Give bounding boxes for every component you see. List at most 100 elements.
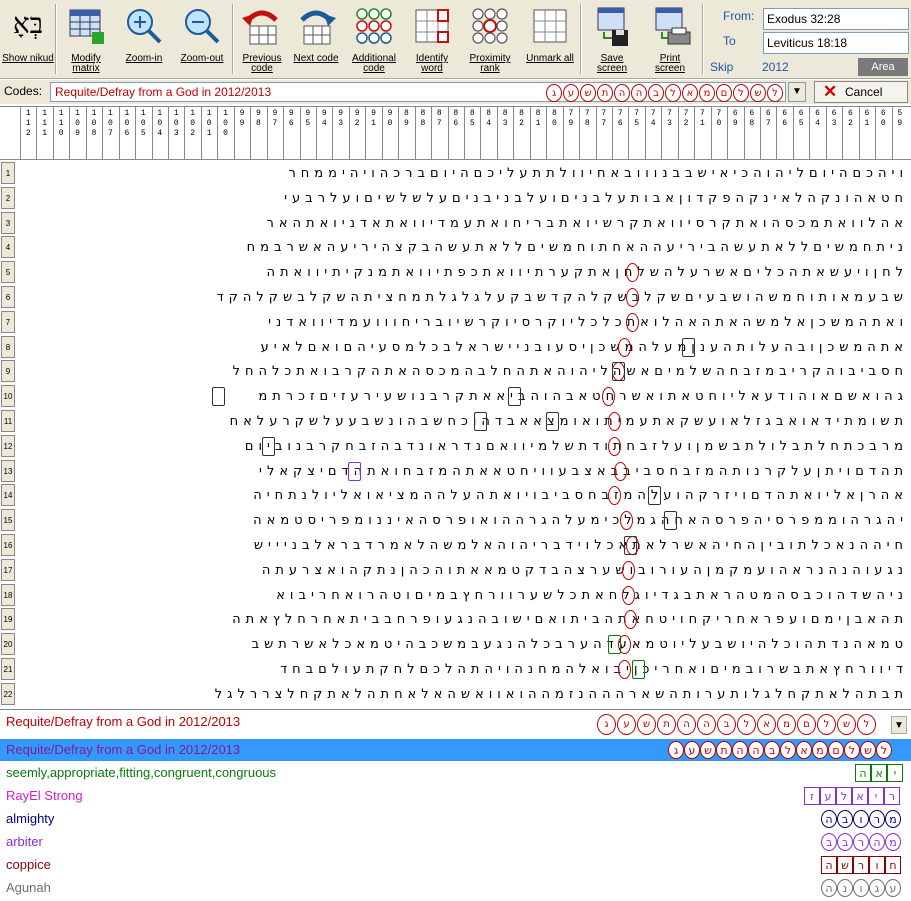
unmark-all-button[interactable]: Unmark all — [524, 2, 576, 78]
term-list-item[interactable]: Requite/Defray from a God in 2012/2013 ל ש… — [0, 739, 911, 761]
term-combo-letter-strip: לשלםמאלבההתשעג — [597, 714, 876, 735]
term-list-item[interactable]: Agunah ע ג ו נ ה — [0, 877, 911, 899]
row-letters[interactable]: ניהשדהוכבסהמטהראתבגדיוגלחאתכלשערוורחץבמי… — [20, 584, 908, 607]
zoom-in-button[interactable]: Zoom-in — [118, 2, 170, 78]
column-number: 6 4 — [815, 109, 820, 128]
column-number: 5 9 — [897, 109, 903, 128]
to-reference-input[interactable]: Leviticus 18:18 — [763, 32, 909, 54]
row-number: 12 — [1, 434, 15, 457]
code-letter: ש — [637, 714, 656, 735]
code-letter: ה — [614, 84, 630, 102]
column-divider — [414, 107, 416, 159]
row-letters[interactable]: גהואשםאוהודעאליוחטאתואשרחטאבהוהביאאתקרבנ… — [20, 385, 908, 408]
column-number: 1 0 5 — [140, 109, 146, 138]
identify-word-button[interactable]: Identify word — [406, 2, 458, 78]
row-number: 3 — [1, 211, 15, 234]
row-letters[interactable]: יהגרהוממפרסיהפרסהאחהגמלכימעלהגרההואופרסה… — [20, 509, 908, 532]
row-letters[interactable]: חסביבוהקריבמזבחהשלמיםאשהליהוהאתהחלבהמכסה… — [20, 360, 908, 383]
column-number: 9 0 — [387, 109, 393, 128]
row-letters[interactable]: נגעוהנהנראהועמקמןהעורובושערצהבדקטמאאתוהכ… — [20, 559, 908, 582]
row-letters[interactable]: טמאהנדתהוכלהיושבעליוטמאעדהערבכלהנגעבמשכב… — [20, 633, 908, 656]
row-letters[interactable]: שבעמאותוחמשהושבעיםשקלבשקלהקדשבקעלגלגלתמח… — [20, 286, 908, 309]
term-list-item[interactable]: seemly,appropriate,fitting,congruent,con… — [0, 762, 911, 784]
term-list-item[interactable]: arbiter מ ה ר ב ב — [0, 831, 911, 853]
term-dropdown-button[interactable]: ▼ — [891, 716, 907, 734]
column-divider — [891, 107, 893, 159]
matrix-row: 3 אהלוואתמכסהואתקרסיוואתקרשיואתבריחואתעמד… — [0, 211, 911, 235]
column-number: 9 5 — [305, 109, 311, 128]
code-letter: ל — [665, 84, 681, 102]
cancel-button[interactable]: ✕ Cancel — [814, 81, 908, 103]
row-letters[interactable]: תשומתידאואבגזלאועשקאתעמיתואומצאאבדהוכחשב… — [20, 410, 908, 433]
term-letter: ע — [885, 879, 901, 897]
column-number: 7 8 — [584, 109, 590, 128]
term-list-item[interactable]: coppice ח ו ר ש ה — [0, 854, 911, 876]
row-letters[interactable]: חיההנאכלתוביןהחיהאשרלאתאכלוידבריהוהאלמשה… — [20, 534, 908, 557]
row-letters[interactable]: תהדםויתןעלקרנותהמזבחסביבבאצבעוויחטאאתהמז… — [20, 460, 908, 483]
row-letters[interactable]: מרבכתחלתבלולתבשמןועלזבחתודתשלמיוואםנדראו… — [20, 435, 908, 458]
modify-matrix-button[interactable]: Modify matrix — [60, 2, 112, 78]
codes-window: בְּאָ Show nikud Modify matrix Zoom-in Z… — [0, 0, 911, 901]
row-letters[interactable]: חטאהונקהלאינקהפקדוןאבותעלבניםועלבניבניםע… — [20, 187, 908, 210]
previous-code-button[interactable]: Previous code — [236, 2, 288, 78]
term-letter: ה — [821, 856, 837, 874]
code-letter: ה — [631, 84, 647, 102]
row-letters[interactable]: לחןויעשאתהכליםאשרעלהשלחןאתקערתיוואתכפתיו… — [20, 261, 908, 284]
term-letter: ב — [837, 833, 853, 851]
column-divider — [628, 107, 630, 159]
term-letter-strip: ריאלעז — [804, 787, 900, 805]
code-letter: ם — [716, 84, 732, 102]
row-number: 13 — [1, 459, 15, 482]
print-screen-button[interactable]: Print screen — [644, 2, 696, 78]
row-letters[interactable]: ואתהמשכןאלמשהאתהאהלואתכלכליוקרסיוקרשיובר… — [20, 311, 908, 334]
term-letter: ה — [821, 810, 837, 828]
row-letters[interactable]: דיוורחץאתבשרובמיםואחריכןיבואלהמחנהויהתהל… — [20, 658, 908, 681]
column-divider — [85, 107, 87, 159]
term-letter: מ — [885, 833, 901, 851]
term-letter: ח — [885, 856, 901, 874]
row-number: 14 — [1, 484, 15, 507]
row-letters[interactable]: אתהמשכןובהעלותהענןמעלהמשכןיסעובניישראלבכ… — [20, 336, 908, 359]
term-letter: ו — [853, 810, 869, 828]
printer-icon — [648, 4, 692, 48]
from-reference-input[interactable]: Exodus 32:28 — [763, 8, 909, 30]
column-number: 7 7 — [601, 109, 607, 128]
column-divider — [299, 107, 301, 159]
term-letter: א — [871, 764, 887, 782]
column-number: 6 7 — [765, 109, 771, 128]
row-letters[interactable]: אהרןאליואתהדםויזרקהועלהמזבחסביבויואתהעלה… — [20, 484, 908, 507]
column-number: 8 1 — [535, 109, 541, 128]
code-letter: ל — [737, 714, 756, 735]
term-list-item[interactable]: almighty מ ר ו ב ה — [0, 808, 911, 830]
row-number: 17 — [1, 558, 15, 581]
toolbar-separator — [232, 4, 234, 74]
code-letter: ב — [717, 714, 736, 735]
column-divider — [661, 107, 663, 159]
column-divider — [809, 107, 811, 159]
row-letters[interactable]: ניתחמשיםללאתעשהביריעההאחתוחמשיםללאתעשהבק… — [20, 236, 908, 259]
next-code-button[interactable]: Next code — [290, 2, 342, 78]
additional-code-button[interactable]: Additional code — [348, 2, 400, 78]
column-number: 8 9 — [404, 109, 409, 128]
column-divider — [118, 107, 120, 159]
row-letters[interactable]: אהלוואתמכסהואתקרסיוואתקרשיואתבריחואתעמדי… — [20, 212, 908, 235]
row-letters[interactable]: תהאבןימםועפראחריקחויטחאתהביתואםישובהנגעו… — [20, 608, 908, 631]
matrix-row: 20 טמאהנדתהוכלהיושבעליוטמאעדהערבכלהנגעבמש… — [0, 633, 911, 656]
term-letter: ב — [837, 810, 853, 828]
show-nikud-button[interactable]: בְּאָ Show nikud — [2, 2, 54, 78]
row-number: 21 — [1, 658, 15, 680]
area-button[interactable]: Area — [858, 58, 908, 76]
row-letters[interactable]: תבתהלאתקחלגלותערותהשארהההנזמההואוואשהאלא… — [20, 683, 908, 706]
row-number: 8 — [1, 335, 15, 358]
row-number: 7 — [1, 310, 15, 333]
save-screen-button[interactable]: Save screen — [586, 2, 638, 78]
next-arrow-icon — [294, 4, 338, 48]
row-letters[interactable]: ויהכםהיוםליהוהכיאישבבנווובאחיוולתתעליכםה… — [20, 162, 908, 185]
column-divider — [431, 107, 433, 159]
letter-matrix[interactable]: 1 ויהכםהיוםליהוהכיאישבבנווובאחיוולתתעליכם… — [0, 162, 911, 710]
zoom-out-button[interactable]: Zoom-out — [176, 2, 228, 78]
codes-dropdown-button[interactable]: ▼ — [788, 82, 806, 102]
term-list-item[interactable]: RayEl Strong ר י א ל ע ז — [0, 785, 911, 807]
column-number: 1 0 3 — [173, 109, 179, 138]
proximity-rank-button[interactable]: Proximity rank — [464, 2, 516, 78]
